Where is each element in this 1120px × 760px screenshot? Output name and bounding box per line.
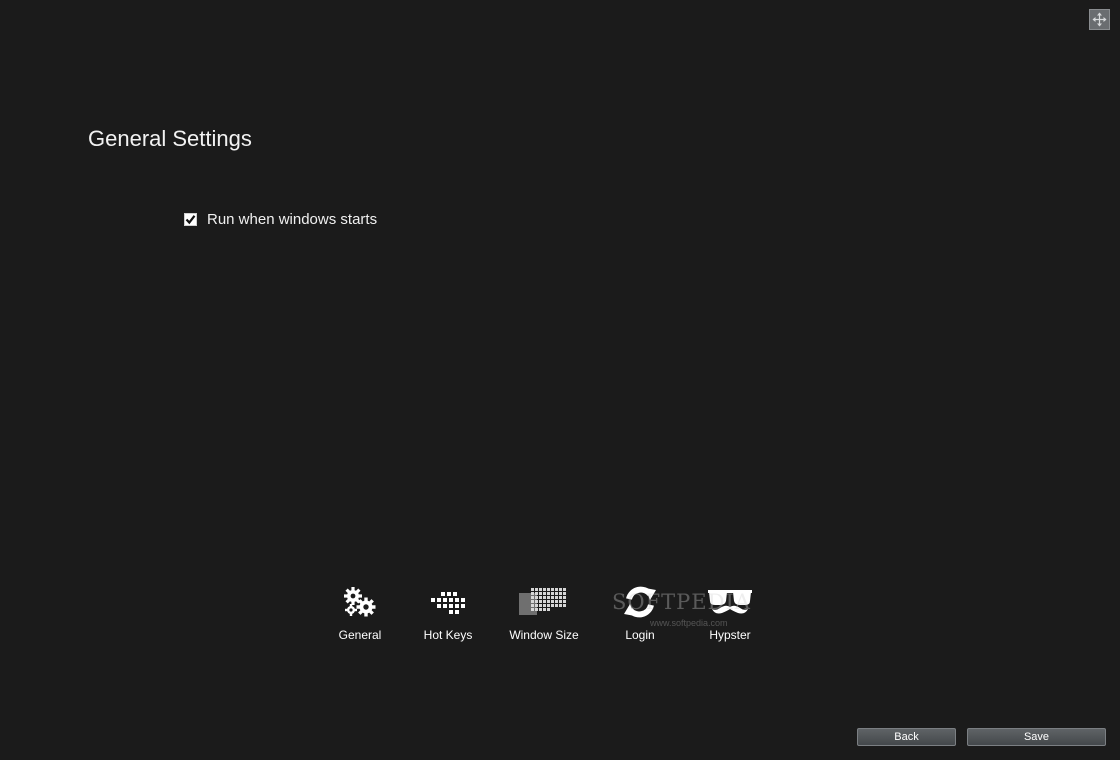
checkmark-icon bbox=[185, 214, 196, 224]
back-button[interactable]: Back bbox=[857, 728, 956, 746]
nav-label-general: General bbox=[338, 628, 382, 642]
settings-window: General Settings Run when windows starts bbox=[0, 0, 1120, 760]
run-on-startup-label: Run when windows starts bbox=[207, 210, 378, 228]
glasses-mustache-icon bbox=[708, 590, 752, 614]
move-arrows-icon bbox=[1092, 12, 1107, 27]
nav-label-hot-keys: Hot Keys bbox=[423, 628, 473, 642]
page-title: General Settings bbox=[88, 126, 252, 151]
nav-item-hot-keys[interactable]: Hot Keys bbox=[403, 584, 493, 642]
save-button[interactable]: Save bbox=[967, 728, 1106, 746]
run-on-startup-checkbox[interactable] bbox=[184, 212, 197, 226]
refresh-arrows-icon bbox=[624, 586, 656, 618]
keyboard-keys-icon bbox=[431, 592, 465, 614]
run-on-startup-option[interactable]: Run when windows starts bbox=[184, 208, 377, 230]
nav-item-general[interactable]: General bbox=[315, 584, 405, 642]
nav-label-window-size: Window Size bbox=[509, 628, 579, 642]
gears-icon bbox=[344, 587, 376, 617]
move-window-button[interactable] bbox=[1089, 9, 1110, 30]
nav-item-window-size[interactable]: Window Size bbox=[499, 584, 589, 642]
window-grid-icon bbox=[519, 588, 566, 615]
nav-item-hypster[interactable]: Hypster bbox=[685, 584, 775, 642]
nav-item-login[interactable]: Login bbox=[595, 584, 685, 642]
nav-label-hypster: Hypster bbox=[709, 628, 751, 642]
nav-label-login: Login bbox=[625, 628, 655, 642]
